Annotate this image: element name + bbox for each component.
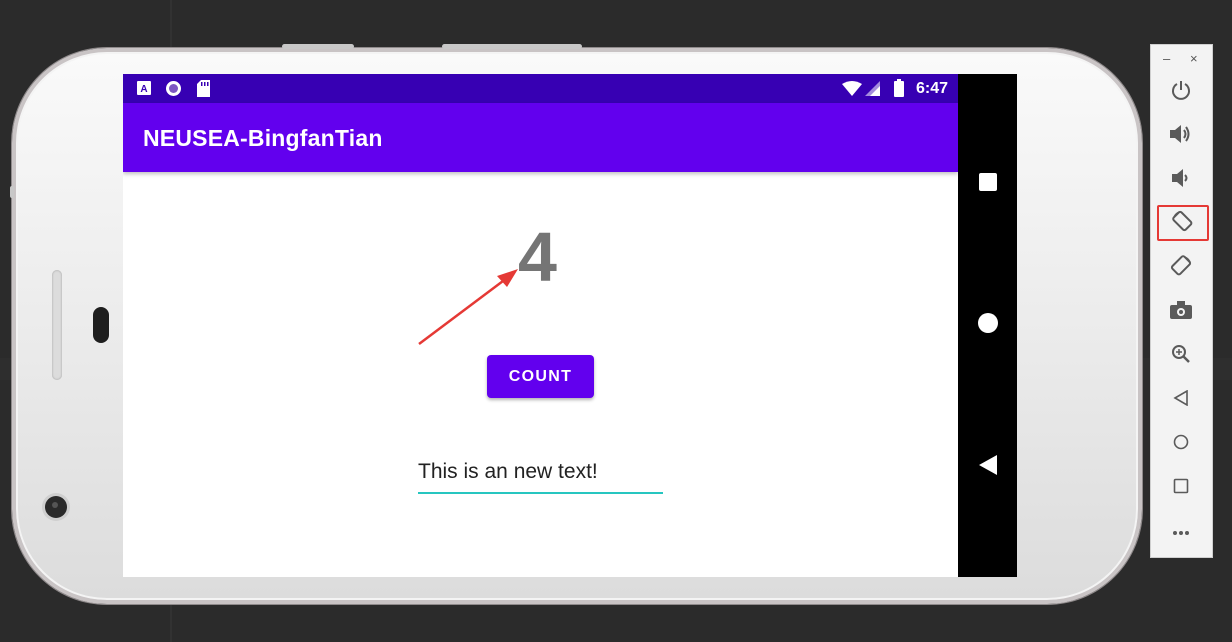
volume-up-icon xyxy=(1170,124,1192,149)
annotation-arrow xyxy=(418,269,518,345)
device-side-button-left xyxy=(10,186,14,198)
zoom-icon xyxy=(1171,344,1191,369)
device-front-camera xyxy=(45,496,67,518)
rotate-left-icon xyxy=(1171,209,1195,238)
overview-icon xyxy=(1173,478,1189,499)
text-input-field[interactable]: This is an new text! xyxy=(418,460,663,494)
minimize-icon[interactable]: – xyxy=(1163,51,1170,66)
text-field-value: This is an new text! xyxy=(418,460,598,483)
emulator-toolbar: – × xyxy=(1150,44,1213,558)
device-side-button-top-1 xyxy=(282,44,354,49)
rotate-left-button[interactable] xyxy=(1157,205,1209,241)
toolbar-back-button[interactable] xyxy=(1166,385,1196,415)
navigation-bar xyxy=(958,74,1017,577)
home-icon xyxy=(977,312,998,338)
power-button[interactable] xyxy=(1166,77,1196,107)
device-speaker xyxy=(52,270,62,380)
back-icon xyxy=(1173,389,1189,411)
more-options-button[interactable] xyxy=(1166,517,1196,547)
rotate-right-button[interactable] xyxy=(1166,253,1196,283)
home-button[interactable] xyxy=(958,305,1017,345)
device-side-button-top-2 xyxy=(442,44,582,49)
close-icon[interactable]: × xyxy=(1190,51,1198,66)
power-icon xyxy=(1171,80,1191,105)
volume-down-icon xyxy=(1172,168,1190,193)
camera-icon xyxy=(1170,300,1192,324)
count-button[interactable]: COUNT xyxy=(487,355,594,398)
recent-apps-icon xyxy=(978,172,997,196)
device-screen: A 6:47 NEUSEA-BingfanTian 4 COUNT This i… xyxy=(123,74,958,577)
volume-up-button[interactable] xyxy=(1166,121,1196,151)
toolbar-home-button[interactable] xyxy=(1166,429,1196,459)
zoom-button[interactable] xyxy=(1166,341,1196,371)
back-icon xyxy=(978,454,997,480)
recent-apps-button[interactable] xyxy=(958,164,1017,204)
screenshot-button[interactable] xyxy=(1166,297,1196,327)
device-sensor xyxy=(93,307,109,343)
back-button[interactable] xyxy=(958,447,1017,487)
more-icon xyxy=(1172,523,1190,541)
rotate-right-icon xyxy=(1169,254,1193,283)
toolbar-overview-button[interactable] xyxy=(1166,473,1196,503)
home-icon xyxy=(1173,434,1189,455)
volume-down-button[interactable] xyxy=(1166,165,1196,195)
